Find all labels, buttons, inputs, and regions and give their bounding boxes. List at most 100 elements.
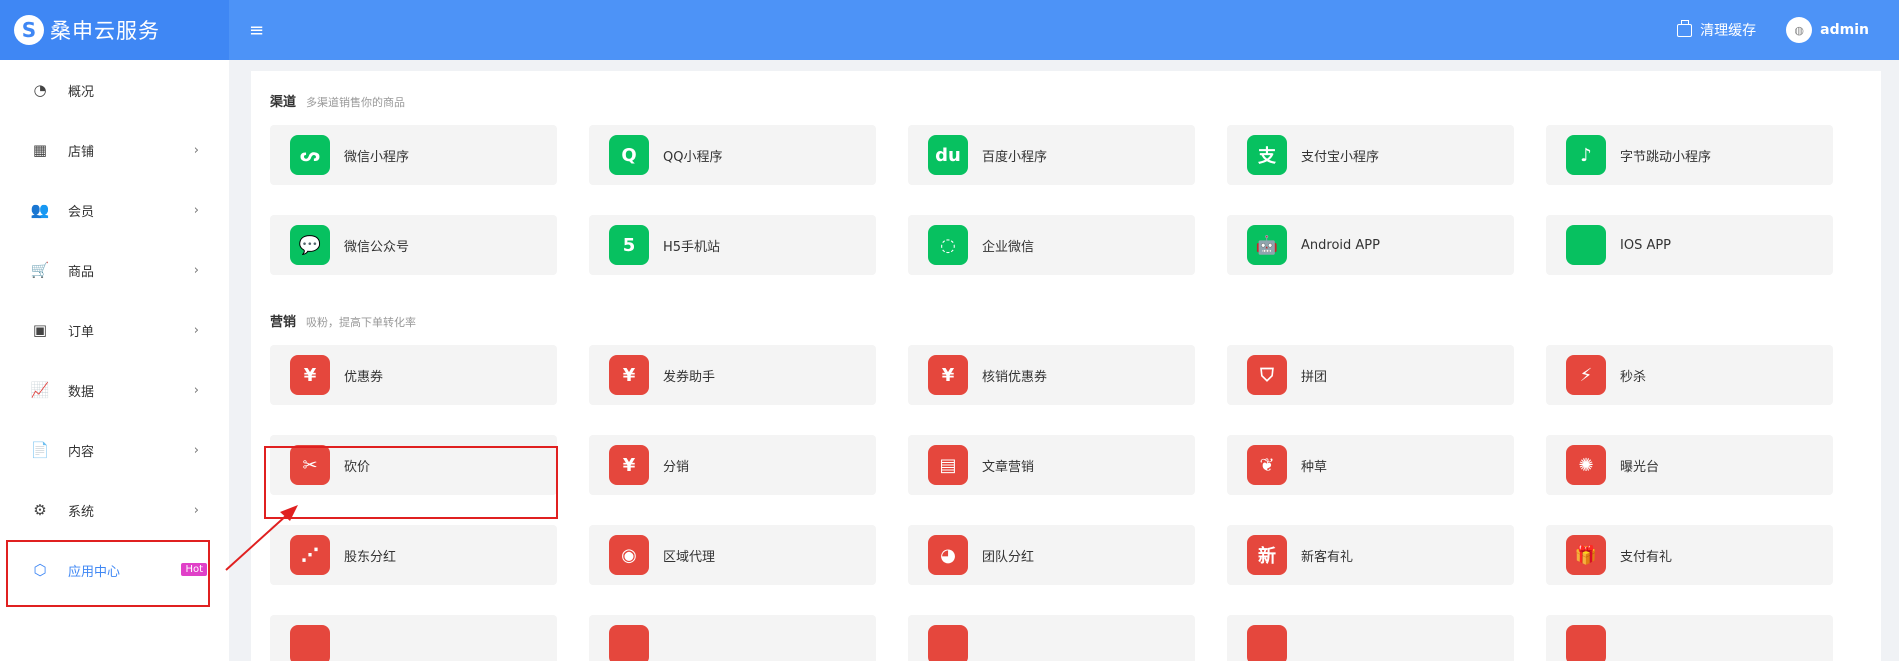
channels-card[interactable]: Q QQ小程序 xyxy=(589,125,876,185)
marketing-card[interactable]: ✂ 砍价 xyxy=(270,435,557,495)
grid-icon: ▦ xyxy=(32,141,48,159)
marketing-card[interactable]: ⚡ 秒杀 xyxy=(1546,345,1833,405)
marketing-section-title: 营销 吸粉，提高下单转化率 xyxy=(270,311,1862,331)
channels-card[interactable]: ◌ 企业微信 xyxy=(908,215,1195,275)
marketing-card[interactable] xyxy=(1227,615,1514,661)
user-name: admin xyxy=(1820,22,1869,38)
group-buy-icon: ⛉ xyxy=(1247,355,1287,395)
dividend-icon: ⋰ xyxy=(290,535,330,575)
sidebar-item-5[interactable]: 📈 数据 › xyxy=(0,360,229,420)
marketing-card[interactable] xyxy=(589,615,876,661)
marketing-card[interactable]: ❦ 种草 xyxy=(1227,435,1514,495)
menu-toggle-icon[interactable]: ≡ xyxy=(249,20,264,41)
android-icon: 🤖 xyxy=(1247,225,1287,265)
marketing-card[interactable] xyxy=(270,615,557,661)
sidebar-item-label: 店铺 xyxy=(68,144,95,160)
marketing-card[interactable]: 新新客有礼 xyxy=(1227,525,1514,585)
marketing-card-label: 文章营销 xyxy=(982,459,1035,475)
clear-cache-label: 清理缓存 xyxy=(1700,23,1757,39)
app-icon xyxy=(1247,625,1287,661)
app-icon xyxy=(928,625,968,661)
marketing-card[interactable]: ¥ 优惠券 xyxy=(270,345,557,405)
douyin-icon: ♪ xyxy=(1566,135,1606,175)
sidebar-item-8[interactable]: ⬡ 应用中心 Hot xyxy=(0,540,229,600)
marketing-card[interactable]: ¥ 核销优惠券 xyxy=(908,345,1195,405)
marketing-card-label: 秒杀 xyxy=(1620,369,1647,385)
marketing-card[interactable]: ¥ 分销 xyxy=(589,435,876,495)
chevron-right-icon: › xyxy=(193,382,199,398)
coupon-assistant-icon: ¥ xyxy=(609,355,649,395)
sidebar-item-7[interactable]: ⚙ 系统 › xyxy=(0,480,229,540)
app-icon xyxy=(290,625,330,661)
marketing-card[interactable]: ¥ 发券助手 xyxy=(589,345,876,405)
marketing-card[interactable]: ▤ 文章营销 xyxy=(908,435,1195,495)
verify-coupon-icon: ¥ xyxy=(928,355,968,395)
marketing-card[interactable]: 🎁 支付有礼 xyxy=(1546,525,1833,585)
channels-card[interactable]: 支支付宝小程序 xyxy=(1227,125,1514,185)
sidebar: ◔ 概况 ▦ 店铺 › 👥 会员 › 🛒 商品 › ▣ 订单 › 📈 数据 › 📄 内容 › ⚙ 系统 › ⬡ 应用中心 Hot xyxy=(0,60,229,661)
users-icon: 👥 xyxy=(30,201,50,219)
marketing-card-label: 优惠券 xyxy=(344,369,384,385)
channels-card[interactable]: 🤖 Android APP xyxy=(1227,215,1514,275)
marketing-card[interactable]: ◕ 团队分红 xyxy=(908,525,1195,585)
wechat-icon: 💬 xyxy=(290,225,330,265)
new-customer-icon: 新 xyxy=(1247,535,1287,575)
channels-card[interactable]: IOS APP xyxy=(1546,215,1833,275)
chart-icon: 📈 xyxy=(30,381,50,399)
channels-card[interactable]: ♪ 字节跳动小程序 xyxy=(1546,125,1833,185)
sidebar-item-3[interactable]: 🛒 商品 › xyxy=(0,240,229,300)
sidebar-item-1[interactable]: ▦ 店铺 › xyxy=(0,120,229,180)
chevron-right-icon: › xyxy=(193,142,199,158)
marketing-card[interactable]: ✺ 曝光台 xyxy=(1546,435,1833,495)
app-icon xyxy=(1566,625,1606,661)
channels-section-title: 渠道 多渠道销售你的商品 xyxy=(270,91,1862,111)
brand-logo-icon: S xyxy=(14,15,44,45)
channels-card-label: 字节跳动小程序 xyxy=(1620,149,1712,165)
header-actions: 清理缓存 ◍ admin xyxy=(1677,0,1869,60)
brand-name: 桑申云服务 xyxy=(50,19,160,43)
channels-grid: ᔕ 微信小程序 Q QQ小程序 du 百度小程序 支支付宝小程序 ♪ 字节跳动小程序 💬 微信公众号… xyxy=(270,125,1862,275)
channels-title: 渠道 xyxy=(270,95,297,110)
top-header: S 桑申云服务 ≡ 清理缓存 ◍ admin xyxy=(0,0,1899,60)
marketing-card-label: 曝光台 xyxy=(1620,459,1660,475)
baidu-icon: du xyxy=(928,135,968,175)
marketing-card-label: 新客有礼 xyxy=(1301,549,1354,565)
region-agent-icon: ◉ xyxy=(609,535,649,575)
marketing-card[interactable] xyxy=(908,615,1195,661)
sidebar-item-6[interactable]: 📄 内容 › xyxy=(0,420,229,480)
exposure-icon: ✺ xyxy=(1566,445,1606,485)
money-icon: ▣ xyxy=(32,321,48,339)
gear-icon: ⚙ xyxy=(33,501,47,519)
channels-card-label: 企业微信 xyxy=(982,239,1035,255)
marketing-card-label: 砍价 xyxy=(344,459,371,475)
marketing-card[interactable]: ⋰ 股东分红 xyxy=(270,525,557,585)
user-menu[interactable]: ◍ admin xyxy=(1786,17,1869,43)
html5-icon: 5 xyxy=(609,225,649,265)
sidebar-item-label: 内容 xyxy=(68,444,95,460)
brand[interactable]: S 桑申云服务 xyxy=(0,0,229,60)
channels-card[interactable]: 5 H5手机站 xyxy=(589,215,876,275)
sidebar-item-0[interactable]: ◔ 概况 xyxy=(0,60,229,120)
sidebar-item-2[interactable]: 👥 会员 › xyxy=(0,180,229,240)
channels-card[interactable]: du 百度小程序 xyxy=(908,125,1195,185)
marketing-card[interactable]: ◉ 区域代理 xyxy=(589,525,876,585)
channels-card[interactable]: 💬 微信公众号 xyxy=(270,215,557,275)
marketing-card[interactable]: ⛉ 拼团 xyxy=(1227,345,1514,405)
channels-card-label: 百度小程序 xyxy=(982,149,1048,165)
marketing-desc: 吸粉，提高下单转化率 xyxy=(306,316,417,329)
channels-card-label: Android APP xyxy=(1301,237,1380,253)
coupon-icon: ¥ xyxy=(290,355,330,395)
sidebar-item-4[interactable]: ▣ 订单 › xyxy=(0,300,229,360)
mini-program-icon: ᔕ xyxy=(290,135,330,175)
hot-badge: Hot xyxy=(181,563,207,576)
marketing-card-label: 分销 xyxy=(663,459,690,475)
team-dividend-icon: ◕ xyxy=(928,535,968,575)
apple-icon xyxy=(1566,225,1606,265)
marketing-card[interactable] xyxy=(1546,615,1833,661)
chevron-right-icon: › xyxy=(193,202,199,218)
clear-cache-button[interactable]: 清理缓存 xyxy=(1677,19,1757,40)
app-icon xyxy=(609,625,649,661)
channels-card[interactable]: ᔕ 微信小程序 xyxy=(270,125,557,185)
sidebar-item-label: 数据 xyxy=(68,384,95,400)
tachometer-icon: ◔ xyxy=(33,81,47,99)
